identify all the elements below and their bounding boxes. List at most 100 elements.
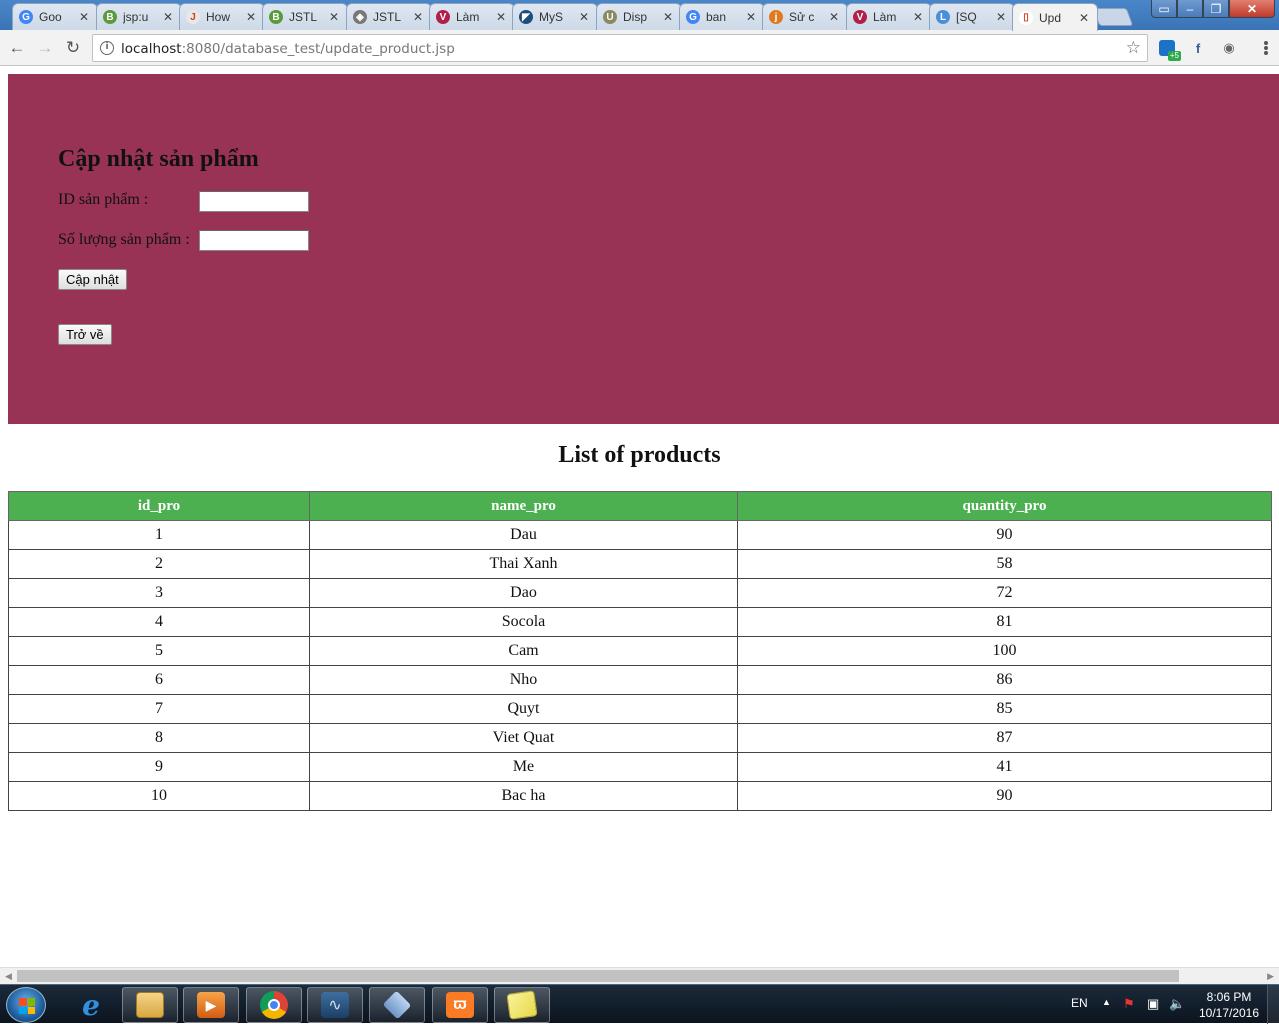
tab-close-icon[interactable]: ✕	[496, 10, 508, 24]
tab-title: How	[206, 10, 231, 24]
tab-favicon-icon: L	[936, 10, 950, 24]
scroll-left-icon[interactable]: ◀	[5, 971, 12, 982]
table-row: 9 Me 41	[8, 752, 1272, 782]
cell-quantity: 41	[737, 752, 1272, 782]
tab-close-icon[interactable]: ✕	[746, 10, 758, 24]
product-id-input[interactable]	[199, 191, 309, 212]
clock-date: 10/17/2016	[1198, 1006, 1260, 1020]
network-icon[interactable]: ▣	[1147, 996, 1159, 1012]
chrome-menu-icon[interactable]	[1263, 38, 1269, 58]
quantity-input[interactable]	[199, 230, 309, 251]
browser-tab[interactable]: U Disp ✕	[596, 3, 682, 30]
browser-tab[interactable]: j Sử c ✕	[762, 3, 848, 30]
tab-title: jsp:u	[123, 10, 149, 24]
forward-arrow-icon[interactable]: →	[35, 38, 55, 58]
browser-tab[interactable]: ◤ MyS ✕	[512, 3, 598, 30]
new-tab-button[interactable]	[1092, 8, 1134, 26]
tab-close-icon[interactable]: ✕	[1079, 11, 1091, 25]
mysql-workbench-icon[interactable]: ∿	[307, 987, 363, 1023]
tab-favicon-icon: ◤	[519, 10, 533, 24]
browser-tab[interactable]: G Goo ✕	[12, 3, 98, 30]
file-explorer-icon[interactable]	[122, 987, 178, 1023]
tab-close-icon[interactable]: ✕	[829, 10, 841, 24]
virtualbox-icon[interactable]	[369, 987, 425, 1023]
cell-quantity: 81	[737, 607, 1272, 637]
browser-tab[interactable]: Bjsp:u ✕	[96, 3, 182, 30]
cell-id: 2	[8, 549, 310, 579]
cell-id: 8	[8, 723, 310, 753]
tab-title: MyS	[539, 10, 563, 24]
tab-close-icon[interactable]: ✕	[79, 10, 91, 24]
tab-title: Làm	[873, 10, 897, 24]
close-button[interactable]: ✕	[1229, 0, 1275, 18]
reload-icon[interactable]: ↻	[63, 38, 83, 58]
info-icon[interactable]: i	[100, 41, 114, 55]
maximize-button[interactable]: ❐	[1203, 0, 1229, 18]
cell-name: Cam	[309, 636, 738, 666]
facebook-extension-icon[interactable]: f	[1188, 38, 1208, 58]
sticky-notes-icon[interactable]	[494, 987, 550, 1023]
eye-extension-icon[interactable]: ◉	[1219, 38, 1239, 58]
scrollbar-thumb[interactable]	[17, 970, 1179, 982]
tab-close-icon[interactable]: ✕	[996, 10, 1008, 24]
extension-icon[interactable]: +5	[1157, 38, 1181, 61]
tab-title: JSTL	[373, 10, 402, 24]
browser-toolbar: ← → ↻ i localhost:8080/database_test/upd…	[0, 30, 1279, 66]
tab-close-icon[interactable]: ✕	[579, 10, 591, 24]
language-indicator[interactable]: EN	[1071, 996, 1088, 1010]
cell-quantity: 72	[737, 578, 1272, 608]
cell-quantity: 90	[737, 781, 1272, 811]
browser-tab[interactable]: V Làm ✕	[429, 3, 515, 30]
tab-close-icon[interactable]: ✕	[413, 10, 425, 24]
products-heading: List of products	[558, 442, 721, 468]
tab-close-icon[interactable]: ✕	[163, 10, 175, 24]
tab-close-icon[interactable]: ✕	[913, 10, 925, 24]
minimize-button[interactable]: –	[1177, 0, 1203, 18]
profile-icon[interactable]: ▭	[1151, 0, 1177, 18]
back-arrow-icon[interactable]: ←	[7, 38, 27, 58]
media-player-icon[interactable]: ▶	[183, 987, 239, 1023]
column-header-quantity: quantity_pro	[737, 491, 1272, 521]
show-desktop-button[interactable]	[1267, 985, 1279, 1024]
show-hidden-icons-icon[interactable]: ▲	[1102, 997, 1111, 1007]
browser-tab[interactable]: Gban ✕	[679, 3, 765, 30]
address-bar[interactable]: i localhost:8080/database_test/update_pr…	[92, 34, 1148, 62]
browser-tab[interactable]: L [SQ ✕	[929, 3, 1015, 30]
tab-title: Goo	[39, 10, 62, 24]
browser-tab[interactable]: B JSTL ✕	[262, 3, 348, 30]
volume-icon[interactable]: 🔈	[1169, 996, 1185, 1012]
chrome-icon[interactable]	[246, 987, 302, 1023]
browser-tab[interactable]: ◈ JSTL ✕	[346, 3, 432, 30]
tab-close-icon[interactable]: ✕	[246, 10, 258, 24]
tab-close-icon[interactable]: ✕	[329, 10, 341, 24]
start-button[interactable]	[6, 987, 46, 1023]
scroll-right-icon[interactable]: ▶	[1267, 971, 1274, 982]
tab-title: JSTL	[289, 10, 318, 24]
internet-explorer-icon[interactable]: e	[63, 987, 119, 1023]
update-button[interactable]: Cập nhật	[58, 269, 127, 290]
column-header-id: id_pro	[8, 491, 310, 521]
xampp-icon[interactable]: ϖ	[432, 987, 488, 1023]
cell-quantity: 100	[737, 636, 1272, 666]
tab-close-icon[interactable]: ✕	[663, 10, 675, 24]
table-header-row: id_pro name_pro quantity_pro	[8, 491, 1272, 521]
clock-time: 8:06 PM	[1206, 990, 1252, 1004]
url-text[interactable]: localhost:8080/database_test/update_prod…	[121, 41, 455, 57]
tab-favicon-icon: j	[769, 10, 783, 24]
cell-name: Quyt	[309, 694, 738, 724]
system-clock[interactable]: 8:06 PM 10/17/2016	[1197, 989, 1261, 1021]
quantity-label: Số lượng sản phẩm :	[58, 231, 190, 248]
tab-title: ban	[706, 10, 727, 24]
action-center-flag-icon[interactable]: ⚑	[1123, 996, 1135, 1012]
page-content: Cập nhật sản phẩm ID sản phẩm : Số lượng…	[0, 67, 1279, 967]
cell-quantity: 85	[737, 694, 1272, 724]
browser-tab[interactable]: ▯ Upd ✕	[1012, 3, 1098, 31]
column-header-name: name_pro	[309, 491, 738, 521]
cell-name: Bac ha	[309, 781, 738, 811]
browser-tab[interactable]: J How ✕	[179, 3, 265, 30]
browser-tab[interactable]: V Làm ✕	[846, 3, 932, 30]
back-button[interactable]: Trở về	[58, 324, 112, 345]
horizontal-scrollbar[interactable]: ◀ ▶	[0, 967, 1279, 984]
cell-id: 4	[8, 607, 310, 637]
bookmark-star-icon[interactable]: ☆	[1126, 38, 1141, 58]
